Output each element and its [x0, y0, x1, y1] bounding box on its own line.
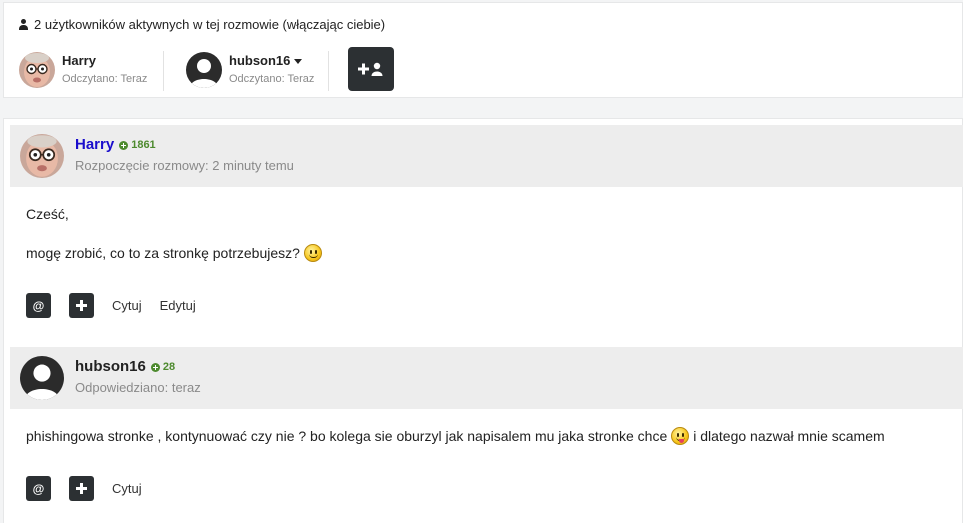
smile-emoji-icon [303, 244, 322, 262]
avatar-harry[interactable] [19, 52, 55, 88]
multiquote-button[interactable] [69, 293, 94, 318]
avatar-harry[interactable] [20, 134, 64, 178]
active-users-text: 2 użytkowników aktywnych w tej rozmowie … [34, 17, 386, 32]
message-text: Cześć, [26, 206, 69, 222]
plus-user-icon [358, 62, 383, 76]
message-meta: Rozpoczęcie rozmowy: 2 minuty temu [75, 158, 294, 173]
edit-link[interactable]: Edytuj [160, 298, 196, 313]
reputation-badge: 28 [150, 361, 176, 373]
quote-link[interactable]: Cytuj [112, 298, 142, 313]
author-line: hubson16 28 [75, 358, 175, 376]
reputation-value: 28 [162, 361, 176, 373]
participant-hubson16[interactable]: hubson16 Odczytano: Teraz [186, 49, 314, 91]
participant-name[interactable]: hubson16 [229, 53, 314, 69]
plus-circle-icon [150, 362, 160, 372]
message-actions: @ Cytuj Edytuj [26, 293, 214, 318]
author-line: Harry 1861 [75, 136, 156, 154]
message-header: hubson16 28 Odpowiedziano: teraz [10, 347, 963, 409]
participant-name[interactable]: Harry [62, 53, 147, 69]
add-participant-button[interactable] [348, 47, 394, 91]
user-icon [19, 19, 28, 30]
mention-button[interactable]: @ [26, 476, 51, 501]
multiquote-button[interactable] [69, 476, 94, 501]
tongue-emoji-icon [671, 427, 690, 445]
message-meta: Odpowiedziano: teraz [75, 380, 201, 395]
chevron-down-icon[interactable] [294, 58, 303, 64]
message-actions: @ Cytuj [26, 476, 160, 501]
author-name[interactable]: Harry [75, 136, 114, 154]
message-text: mogę zrobić, co to za stronkę potrzebuje… [26, 244, 326, 262]
participant-read-status: Odczytano: Teraz [229, 73, 315, 85]
active-users-line: 2 użytkowników aktywnych w tej rozmowie … [19, 17, 385, 32]
plus-circle-icon [119, 140, 129, 150]
message-text-line: mogę zrobić, co to za stronkę potrzebuje… [26, 245, 300, 261]
author-name[interactable]: hubson16 [75, 358, 146, 376]
reputation-badge: 1861 [119, 139, 156, 151]
quote-link[interactable]: Cytuj [112, 481, 142, 496]
participant-read-status: Odczytano: Teraz [62, 73, 148, 85]
avatar-hubson16[interactable] [20, 356, 64, 400]
divider [328, 51, 329, 91]
participant-name-text[interactable]: hubson16 [229, 53, 290, 69]
avatar-hubson16[interactable] [186, 52, 222, 88]
messages-panel: Harry 1861 Rozpoczęcie rozmowy: 2 minuty… [3, 118, 963, 523]
participants-panel: 2 użytkowników aktywnych w tej rozmowie … [3, 2, 963, 98]
reputation-value: 1861 [131, 139, 156, 151]
message-header: Harry 1861 Rozpoczęcie rozmowy: 2 minuty… [10, 125, 963, 187]
plus-icon [76, 483, 87, 494]
message-text-after: i dlatego nazwał mnie scamem [693, 428, 885, 444]
mention-button[interactable]: @ [26, 293, 51, 318]
message-text-before: phishingowa stronke , kontynuować czy ni… [26, 428, 668, 444]
plus-icon [76, 300, 87, 311]
participant-harry[interactable]: Harry Odczytano: Teraz [19, 49, 147, 91]
message-text: phishingowa stronke , kontynuować czy ni… [26, 427, 885, 445]
divider [163, 51, 164, 91]
